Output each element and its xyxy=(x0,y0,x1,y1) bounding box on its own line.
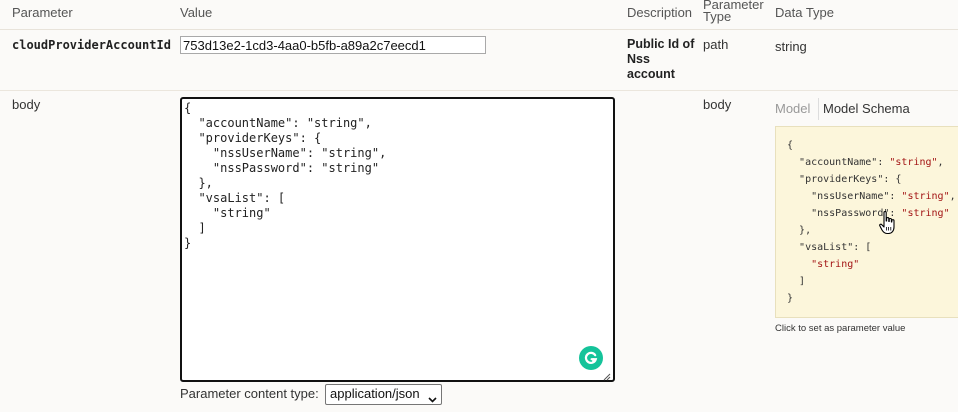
schema-key: "vsaList" xyxy=(799,242,854,253)
header-description: Description xyxy=(627,5,693,20)
header-value: Value xyxy=(180,5,213,20)
schema-hint-text: Click to set as parameter value xyxy=(775,323,906,334)
grammarly-icon[interactable] xyxy=(579,346,603,370)
content-type-label: Parameter content type: xyxy=(180,386,319,401)
schema-open: { xyxy=(787,140,794,151)
param-name-body: body xyxy=(12,97,41,112)
body-json-textarea[interactable]: { "accountName": "string", "providerKeys… xyxy=(180,97,615,382)
schema-key: "providerKeys" xyxy=(799,174,884,185)
schema-key: "accountName" xyxy=(799,157,878,168)
param-name-cloud-provider-account-id: cloudProviderAccountId xyxy=(12,38,171,52)
schema-key: "nssUserName" xyxy=(811,191,890,202)
schema-close-object: }, xyxy=(799,225,812,236)
schema-open-array: [ xyxy=(865,242,872,253)
chevron-down-icon xyxy=(428,391,437,406)
schema-value: "string" xyxy=(901,191,950,202)
schema-value: "string" xyxy=(811,259,860,270)
data-type-string: string xyxy=(775,39,807,54)
header-divider xyxy=(0,29,958,30)
schema-close-array: ] xyxy=(799,276,806,287)
content-type-value: application/json xyxy=(330,386,420,401)
param-type-path: path xyxy=(703,37,729,52)
model-schema-box[interactable]: { "accountName": "string", "providerKeys… xyxy=(775,126,958,318)
header-data-type: Data Type xyxy=(775,5,835,20)
resize-handle-icon[interactable] xyxy=(603,368,611,381)
row-divider xyxy=(0,90,958,91)
schema-value: "string" xyxy=(901,208,950,219)
tab-model-schema[interactable]: Model Schema xyxy=(823,101,910,116)
content-type-select[interactable]: application/json xyxy=(325,384,442,405)
header-parameter: Parameter xyxy=(12,5,73,20)
hand-pointer-icon xyxy=(878,210,898,236)
tab-divider xyxy=(818,98,819,120)
cloud-provider-account-id-input[interactable] xyxy=(180,36,486,54)
param-description: Public Id of Nss account xyxy=(627,37,695,81)
schema-open-object: { xyxy=(895,174,902,185)
tab-model[interactable]: Model xyxy=(775,101,810,116)
schema-close: } xyxy=(787,293,794,304)
schema-value: "string" xyxy=(889,157,938,168)
header-parameter-type: Parameter Type xyxy=(703,0,764,24)
parameters-panel: Parameter Value Description Parameter Ty… xyxy=(0,0,958,412)
param-type-body: body xyxy=(703,97,732,112)
